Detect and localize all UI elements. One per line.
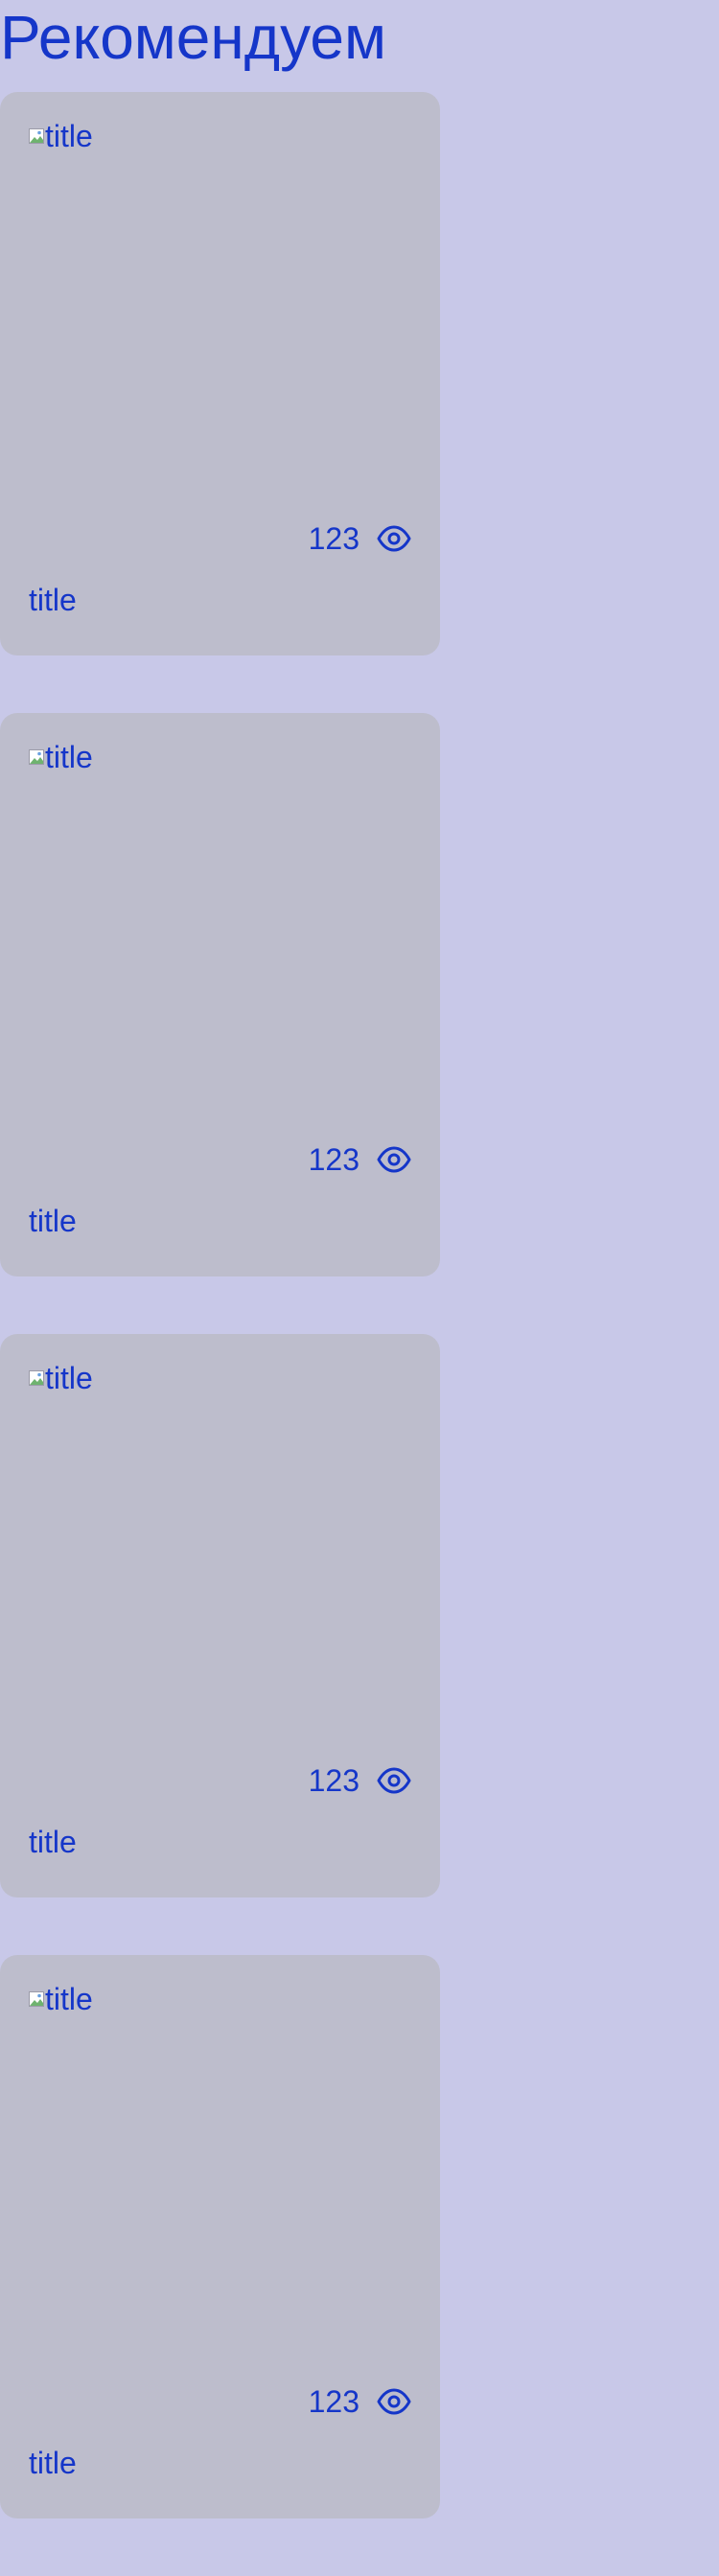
recommendation-card[interactable]: title 123 title [0,713,440,1276]
broken-image-icon [29,749,44,765]
card-image-alt: title [45,1361,93,1395]
card-image[interactable]: title [29,121,93,151]
broken-image-icon [29,1991,44,2007]
card-image[interactable]: title [29,742,93,772]
eye-icon[interactable] [377,2384,411,2419]
recommendation-card[interactable]: title 123 title [0,92,440,656]
recommendation-card[interactable]: title 123 title [0,1334,440,1898]
eye-icon[interactable] [377,1142,411,1177]
card-views: 123 [309,1142,411,1177]
broken-image-icon [29,128,44,144]
recommendation-card[interactable]: title 123 title [0,1955,440,2518]
card-image-alt: title [45,119,93,153]
recommendations-list: title 123 title title 123 title title 12… [0,92,440,2576]
section-title: Рекомендуем [0,3,386,72]
broken-image-icon [29,1370,44,1386]
card-title[interactable]: title [29,1204,77,1238]
card-image[interactable]: title [29,1984,93,2014]
views-count: 123 [308,521,360,556]
card-views: 123 [309,2384,411,2419]
card-image-alt: title [45,740,93,774]
eye-icon[interactable] [377,521,411,556]
card-views: 123 [309,521,411,556]
card-title[interactable]: title [29,2446,77,2480]
views-count: 123 [308,1763,360,1798]
views-count: 123 [308,1142,360,1177]
card-title[interactable]: title [29,583,77,617]
card-title[interactable]: title [29,1825,77,1859]
views-count: 123 [308,2384,360,2419]
eye-icon[interactable] [377,1763,411,1798]
card-image-alt: title [45,1982,93,2016]
card-views: 123 [309,1763,411,1798]
card-image[interactable]: title [29,1363,93,1393]
